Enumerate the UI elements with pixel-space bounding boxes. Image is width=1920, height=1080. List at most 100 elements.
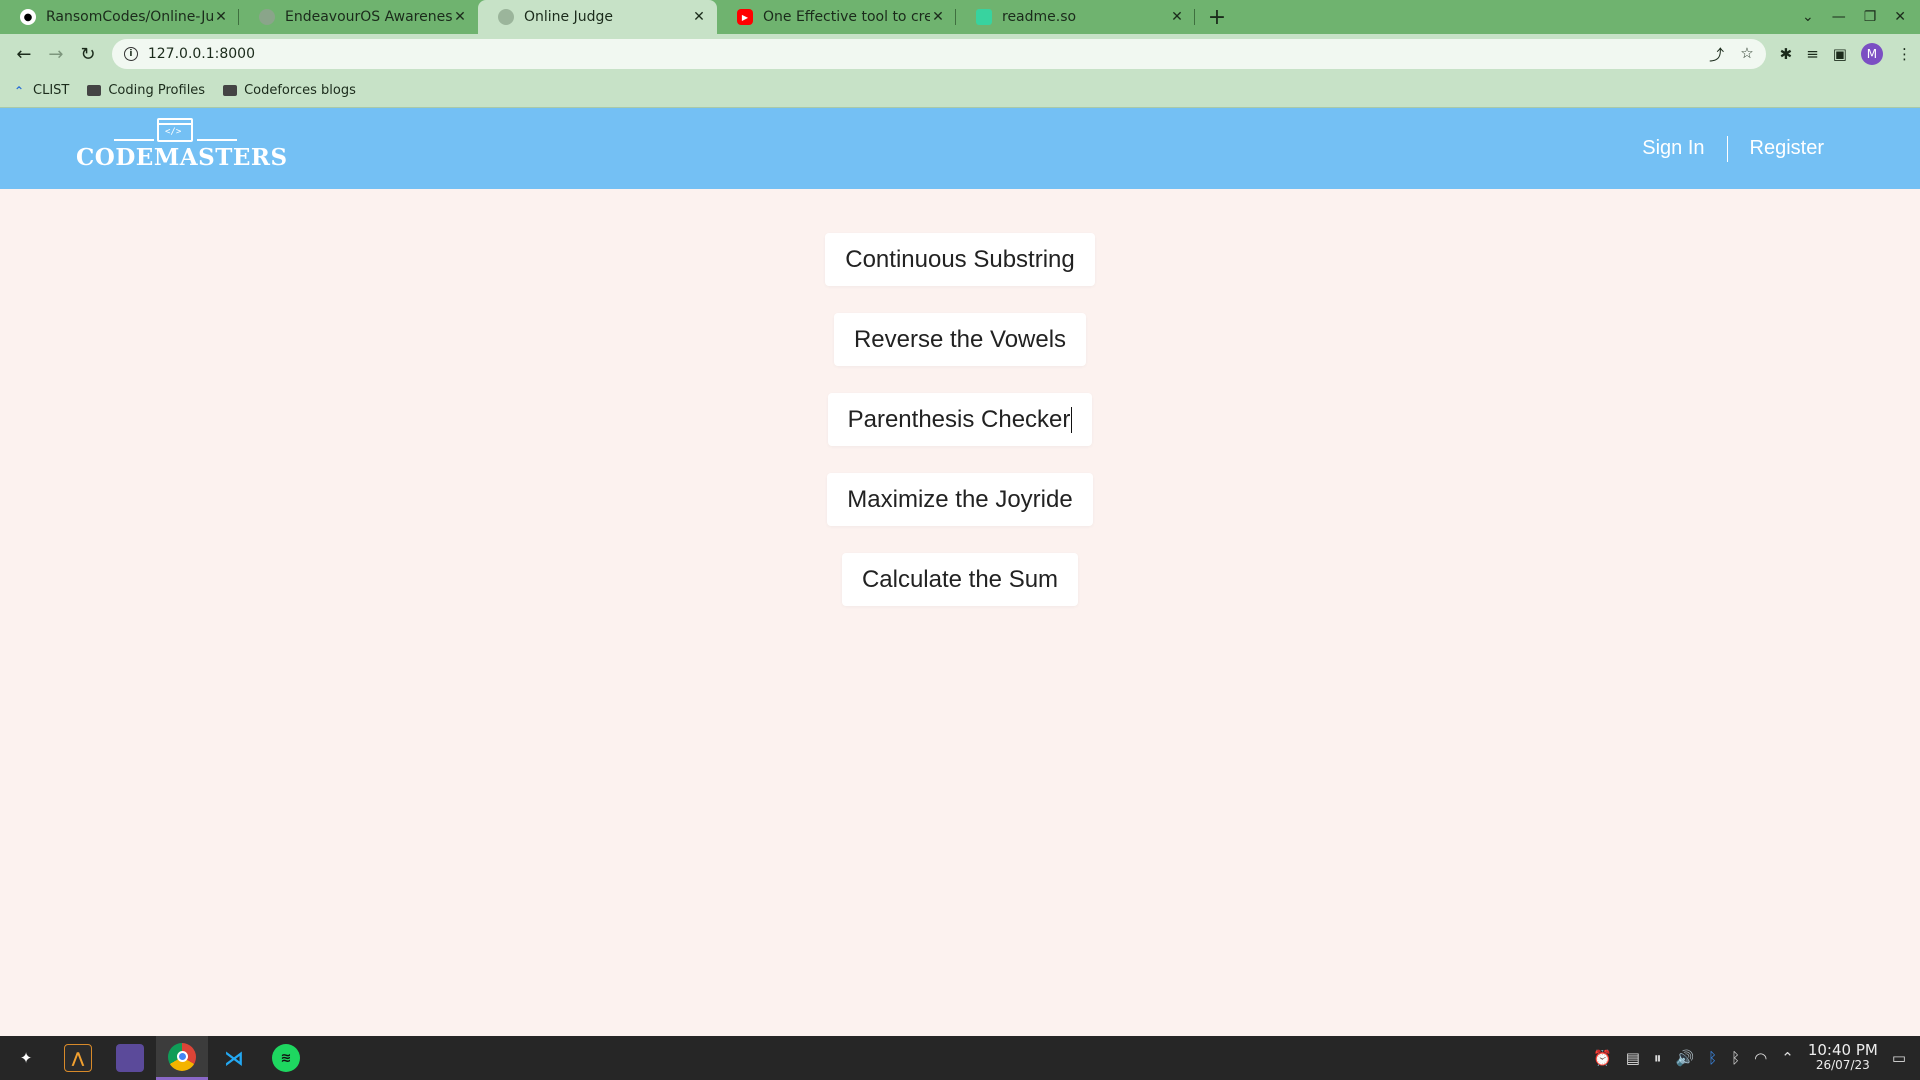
taskbar-chrome[interactable] — [156, 1036, 208, 1080]
browser-tab[interactable]: ▶ One Effective tool to create R ✕ — [717, 0, 956, 34]
browser-tab-active[interactable]: Online Judge ✕ — [478, 0, 717, 34]
chrome-icon — [168, 1042, 196, 1071]
tab-title: readme.so — [1002, 9, 1077, 25]
restore-icon[interactable]: ❐ — [1864, 9, 1877, 25]
share-icon[interactable]: ⤴ — [1709, 44, 1724, 65]
problem-title: Reverse the Vowels — [853, 325, 1067, 353]
bluetooth-active-icon[interactable]: ᛒ — [1708, 1049, 1717, 1067]
tab-title: One Effective tool to create R — [763, 9, 930, 25]
youtube-icon: ▶ — [737, 9, 753, 25]
taskbar-vscode[interactable]: ⋊ — [208, 1036, 260, 1080]
logo-line-left — [114, 139, 154, 141]
globe-icon — [259, 9, 275, 25]
bookmark-folder-coding-profiles[interactable]: Coding Profiles — [87, 83, 205, 98]
sign-in-link[interactable]: Sign In — [1642, 137, 1704, 160]
close-tab-icon[interactable]: ✕ — [691, 9, 707, 25]
bluetooth-icon[interactable]: ᛒ — [1731, 1049, 1740, 1067]
close-tab-icon[interactable]: ✕ — [1169, 9, 1185, 25]
spotify-icon: ≋ — [272, 1044, 300, 1072]
back-icon[interactable]: ← — [8, 38, 40, 70]
menu-icon[interactable]: ⋮ — [1897, 45, 1912, 63]
clock[interactable]: 10:40 PM 26/07/23 — [1808, 1043, 1878, 1073]
logo-wordmark: CODEMASTERS — [76, 144, 288, 171]
wifi-icon[interactable]: ◠ — [1754, 1049, 1767, 1067]
problem-title: Continuous Substring — [845, 245, 1075, 273]
files-icon — [116, 1044, 144, 1072]
browser-tab[interactable]: ● RansomCodes/Online-Judge ✕ — [0, 0, 239, 34]
launcher-button[interactable]: ✦ — [0, 1036, 52, 1080]
taskbar-app[interactable]: ⋀ — [52, 1036, 104, 1080]
problem-title: Parenthesis Checker — [847, 405, 1071, 433]
alarm-icon[interactable]: ⏰ — [1593, 1049, 1612, 1067]
problem-list: Continuous Substring Reverse the Vowels … — [0, 189, 1920, 1036]
globe-icon — [498, 9, 514, 25]
site-header: </> CODEMASTERS Sign In Register — [0, 108, 1920, 189]
logo-line-right — [197, 139, 237, 141]
problem-title: Maximize the Joyride — [847, 485, 1073, 513]
new-tab-button[interactable]: + — [1199, 0, 1235, 34]
browser-toolbar: ← → ↻ i 127.0.0.1:8000 ⤴ ☆ ✱ ≡ ▣ M ⋮ — [0, 34, 1920, 74]
site-info-icon[interactable]: i — [123, 47, 138, 61]
launcher-icon: ✦ — [19, 1049, 33, 1067]
close-tab-icon[interactable]: ✕ — [930, 9, 946, 25]
close-tab-icon[interactable]: ✕ — [452, 9, 468, 25]
vscode-icon: ⋊ — [224, 1046, 244, 1070]
window-controls: ⌄ — ❐ ✕ — [1802, 0, 1920, 34]
bookmark-label: CLIST — [33, 83, 70, 98]
nav-divider — [1726, 135, 1728, 162]
codemasters-logo[interactable]: </> CODEMASTERS — [76, 118, 288, 178]
close-window-icon[interactable]: ✕ — [1894, 9, 1906, 25]
reload-icon[interactable]: ↻ — [72, 38, 104, 70]
problem-card[interactable]: Maximize the Joyride — [827, 473, 1093, 526]
bookmark-label: Codeforces blogs — [244, 83, 356, 98]
pause-icon[interactable]: ⏸ — [1654, 1049, 1662, 1067]
clock-date: 26/07/23 — [1815, 1058, 1870, 1072]
tab-separator — [1194, 9, 1195, 25]
show-desktop-icon[interactable]: ▭ — [1892, 1049, 1906, 1067]
clipboard-icon[interactable]: ▤ — [1626, 1049, 1640, 1067]
bookmarks-bar: ⌃ CLIST Coding Profiles Codeforces blogs — [0, 74, 1920, 108]
url-text[interactable]: 127.0.0.1:8000 — [148, 46, 1709, 62]
tab-title: RansomCodes/Online-Judge — [46, 9, 213, 25]
bookmark-folder-codeforces-blogs[interactable]: Codeforces blogs — [223, 83, 356, 98]
clist-icon: ⌃ — [13, 83, 25, 98]
os-taskbar: ✦ ⋀ ⋊ ≋ ⏰ ▤ ⏸ 🔊 ᛒ ᛒ ◠ ⌃ 10:40 PM 26/07/2… — [0, 1036, 1920, 1080]
auth-nav: Sign In Register — [1642, 108, 1824, 189]
taskbar-files[interactable] — [104, 1036, 156, 1080]
logo-code-glyph: </> — [165, 127, 182, 137]
browser-tab[interactable]: EndeavourOS Awareness ✕ — [239, 0, 478, 34]
app-icon: ⋀ — [64, 1044, 92, 1072]
text-cursor — [1071, 406, 1073, 433]
folder-icon — [223, 85, 238, 96]
problem-card[interactable]: Calculate the Sum — [841, 553, 1079, 606]
register-link[interactable]: Register — [1750, 137, 1824, 160]
problem-title: Calculate the Sum — [861, 565, 1059, 593]
system-tray: ⏰ ▤ ⏸ 🔊 ᛒ ᛒ ◠ ⌃ 10:40 PM 26/07/23 ▭ — [1593, 1036, 1920, 1080]
bookmark-label: Coding Profiles — [108, 83, 206, 98]
profile-avatar[interactable]: M — [1860, 43, 1883, 65]
clock-time: 10:40 PM — [1807, 1041, 1878, 1059]
readme-icon — [976, 9, 992, 25]
taskbar-spotify[interactable]: ≋ — [260, 1036, 312, 1080]
tab-title: EndeavourOS Awareness — [285, 9, 452, 25]
problem-card[interactable]: Parenthesis Checker — [827, 393, 1093, 446]
problem-card[interactable]: Continuous Substring — [825, 233, 1095, 286]
tray-expand-icon[interactable]: ⌃ — [1781, 1049, 1794, 1067]
media-controls-icon[interactable]: ≡ — [1806, 45, 1819, 63]
extensions-icon[interactable]: ✱ — [1780, 45, 1793, 63]
monitor-icon: </> — [157, 118, 193, 142]
browser-tab-strip: ● RansomCodes/Online-Judge ✕ EndeavourOS… — [0, 0, 1920, 34]
address-bar[interactable]: i 127.0.0.1:8000 ⤴ ☆ — [111, 39, 1766, 69]
tab-title: Online Judge — [524, 9, 613, 25]
browser-tab[interactable]: readme.so ✕ — [956, 0, 1195, 34]
forward-icon[interactable]: → — [40, 38, 72, 70]
tab-search-icon[interactable]: ⌄ — [1802, 9, 1814, 25]
github-icon: ● — [20, 9, 36, 25]
close-tab-icon[interactable]: ✕ — [213, 9, 229, 25]
bookmark-clist[interactable]: ⌃ CLIST — [12, 83, 69, 98]
bookmark-star-icon[interactable]: ☆ — [1740, 44, 1753, 65]
side-panel-icon[interactable]: ▣ — [1833, 45, 1847, 63]
minimize-icon[interactable]: — — [1832, 9, 1846, 25]
volume-icon[interactable]: 🔊 — [1675, 1049, 1694, 1067]
problem-card[interactable]: Reverse the Vowels — [833, 313, 1087, 366]
